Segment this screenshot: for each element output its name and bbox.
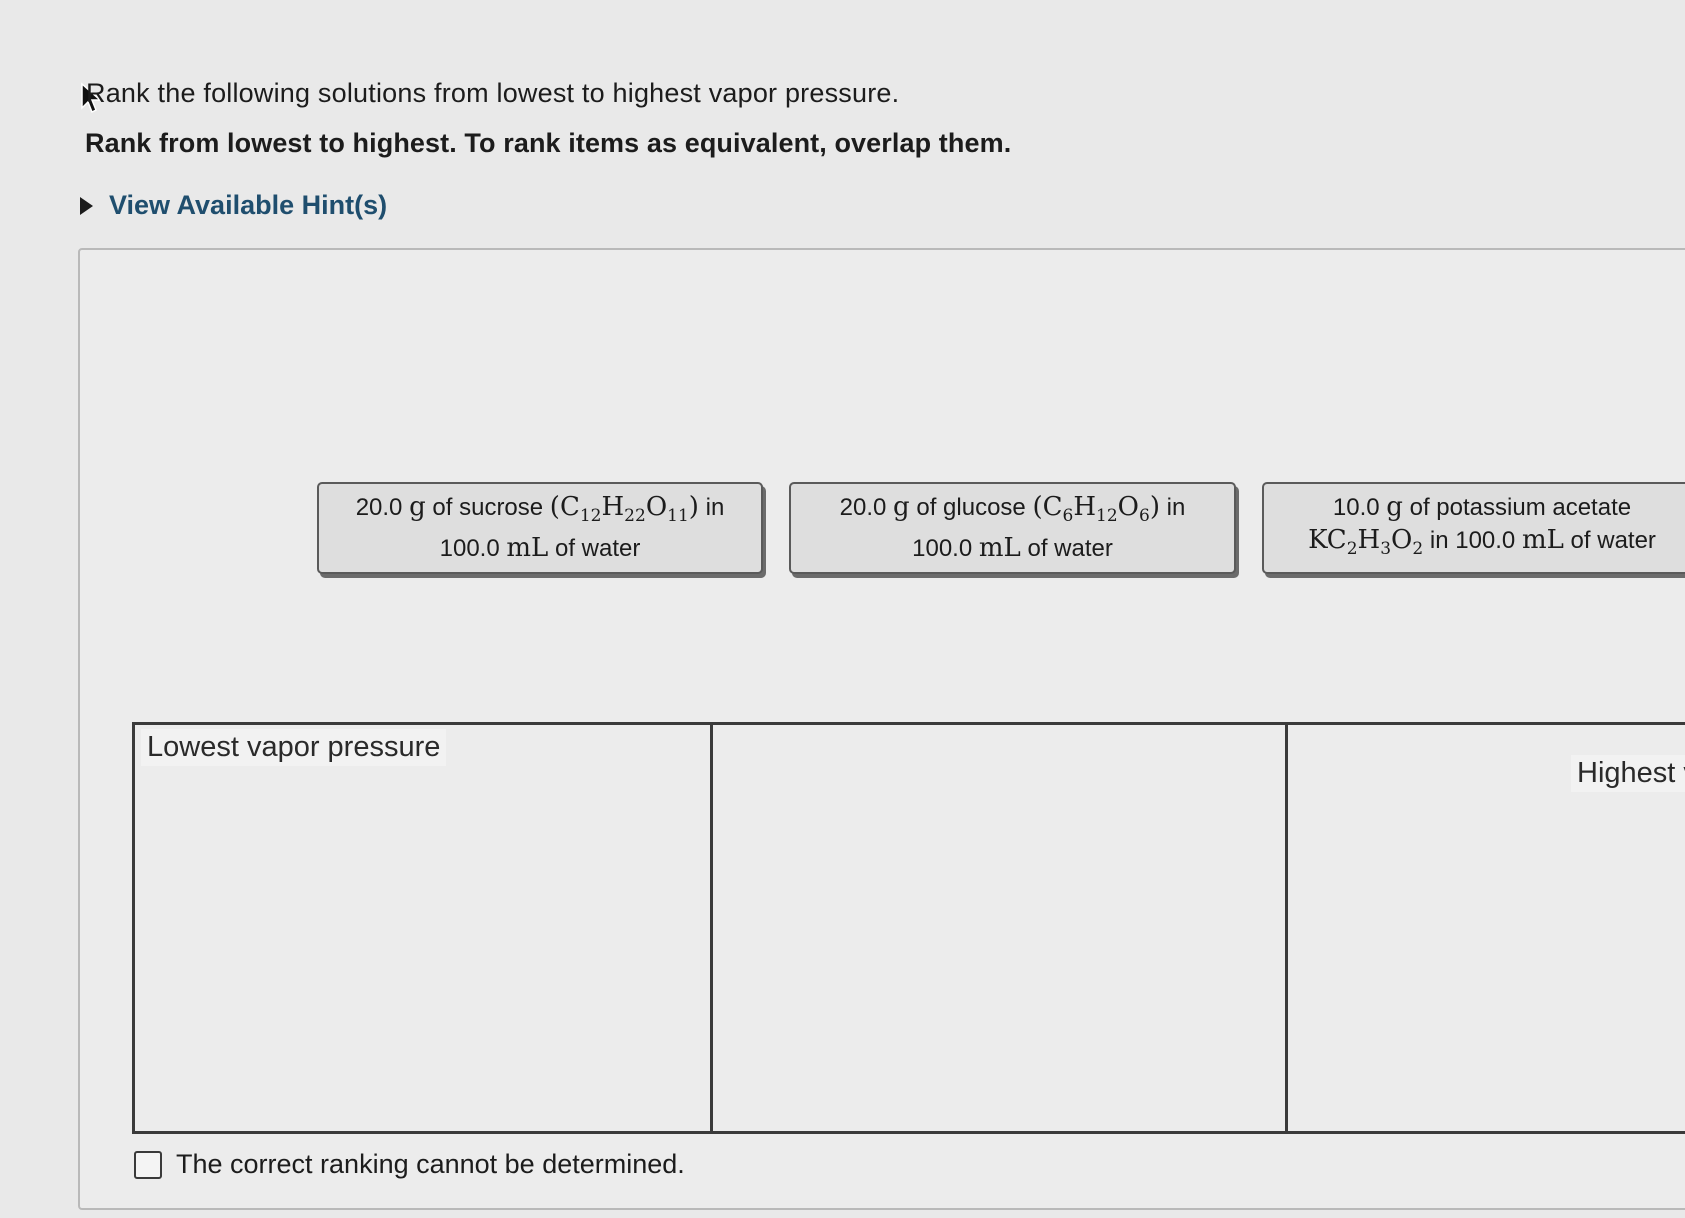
card-line-1: 20.0 g of sucrose (C12H22O11) in	[355, 491, 725, 527]
ranking-item-glucose[interactable]: 20.0 g of glucose (C6H12O6) in 100.0 mL …	[789, 482, 1236, 574]
view-hints-toggle[interactable]: View Available Hint(s)	[80, 190, 387, 221]
ranking-item-potassium-acetate[interactable]: 10.0 g of potassium acetate KC2H3O2 in 1…	[1262, 482, 1685, 574]
cannot-determine-option[interactable]: The correct ranking cannot be determined…	[134, 1149, 685, 1180]
ranking-target-area: Lowest vapor pressure Highest v	[132, 722, 1685, 1134]
ranking-item-sucrose[interactable]: 20.0 g of sucrose (C12H22O11) in 100.0 m…	[317, 482, 763, 574]
lowest-label: Lowest vapor pressure	[141, 729, 447, 766]
rank-slot-2[interactable]	[710, 725, 1285, 1131]
rank-slot-3[interactable]: Highest v	[1285, 725, 1685, 1131]
caret-right-icon	[80, 196, 93, 215]
question-text: Rank the following solutions from lowest…	[86, 78, 900, 108]
cannot-determine-checkbox[interactable]	[134, 1150, 162, 1179]
card-line-1: 10.0 g of potassium acetate	[1332, 491, 1632, 522]
card-line-2: KC2H3O2 in 100.0 mL of water	[1308, 524, 1656, 560]
instruction-text: Rank from lowest to highest. To rank ite…	[85, 128, 1012, 158]
rank-slot-1[interactable]: Lowest vapor pressure	[135, 725, 710, 1131]
checkbox-label: The correct ranking cannot be determined…	[176, 1149, 685, 1179]
card-line-2: 100.0 mL of water	[439, 533, 641, 564]
card-line-2: 100.0 mL of water	[912, 533, 1113, 564]
card-line-1: 20.0 g of glucose (C6H12O6) in	[839, 491, 1186, 527]
highest-label: Highest v	[1571, 755, 1685, 792]
hint-label: View Available Hint(s)	[109, 190, 388, 220]
